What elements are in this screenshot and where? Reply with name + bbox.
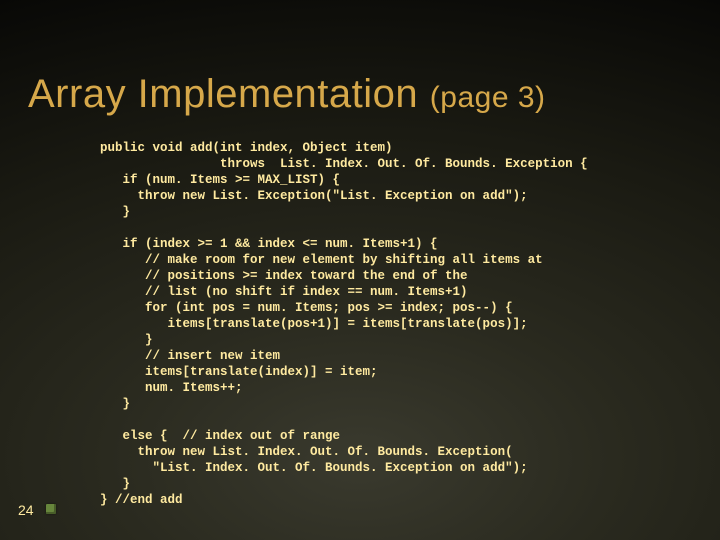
code-line: } //end add (100, 493, 183, 507)
code-line: for (int pos = num. Items; pos >= index;… (100, 301, 513, 315)
slide: Array Implementation (page 3) public voi… (0, 0, 720, 540)
code-line: // list (no shift if index == num. Items… (100, 285, 468, 299)
bullet-icon (46, 504, 56, 514)
title-page: (page 3) (430, 81, 546, 114)
code-line: throw new List. Index. Out. Of. Bounds. … (100, 445, 513, 459)
code-line: } (100, 333, 153, 347)
code-line: // make room for new element by shifting… (100, 253, 543, 267)
code-line: throws List. Index. Out. Of. Bounds. Exc… (100, 157, 588, 171)
slide-number: 24 (18, 502, 34, 518)
code-line: else { // index out of range (100, 429, 340, 443)
code-line: } (100, 477, 130, 491)
code-line: throw new List. Exception("List. Excepti… (100, 189, 528, 203)
code-line: public void add(int index, Object item) (100, 141, 393, 155)
code-line: } (100, 397, 130, 411)
code-block: public void add(int index, Object item) … (100, 140, 710, 508)
code-line: num. Items++; (100, 381, 243, 395)
title-main: Array Implementation (28, 72, 430, 116)
code-line: // insert new item (100, 349, 280, 363)
code-line: items[translate(pos+1)] = items[translat… (100, 317, 528, 331)
slide-title: Array Implementation (page 3) (28, 72, 546, 117)
code-line: if (index >= 1 && index <= num. Items+1)… (100, 237, 438, 251)
code-line: "List. Index. Out. Of. Bounds. Exception… (100, 461, 528, 475)
code-line: if (num. Items >= MAX_LIST) { (100, 173, 340, 187)
code-line: } (100, 205, 130, 219)
code-line: // positions >= index toward the end of … (100, 269, 468, 283)
code-line: items[translate(index)] = item; (100, 365, 378, 379)
